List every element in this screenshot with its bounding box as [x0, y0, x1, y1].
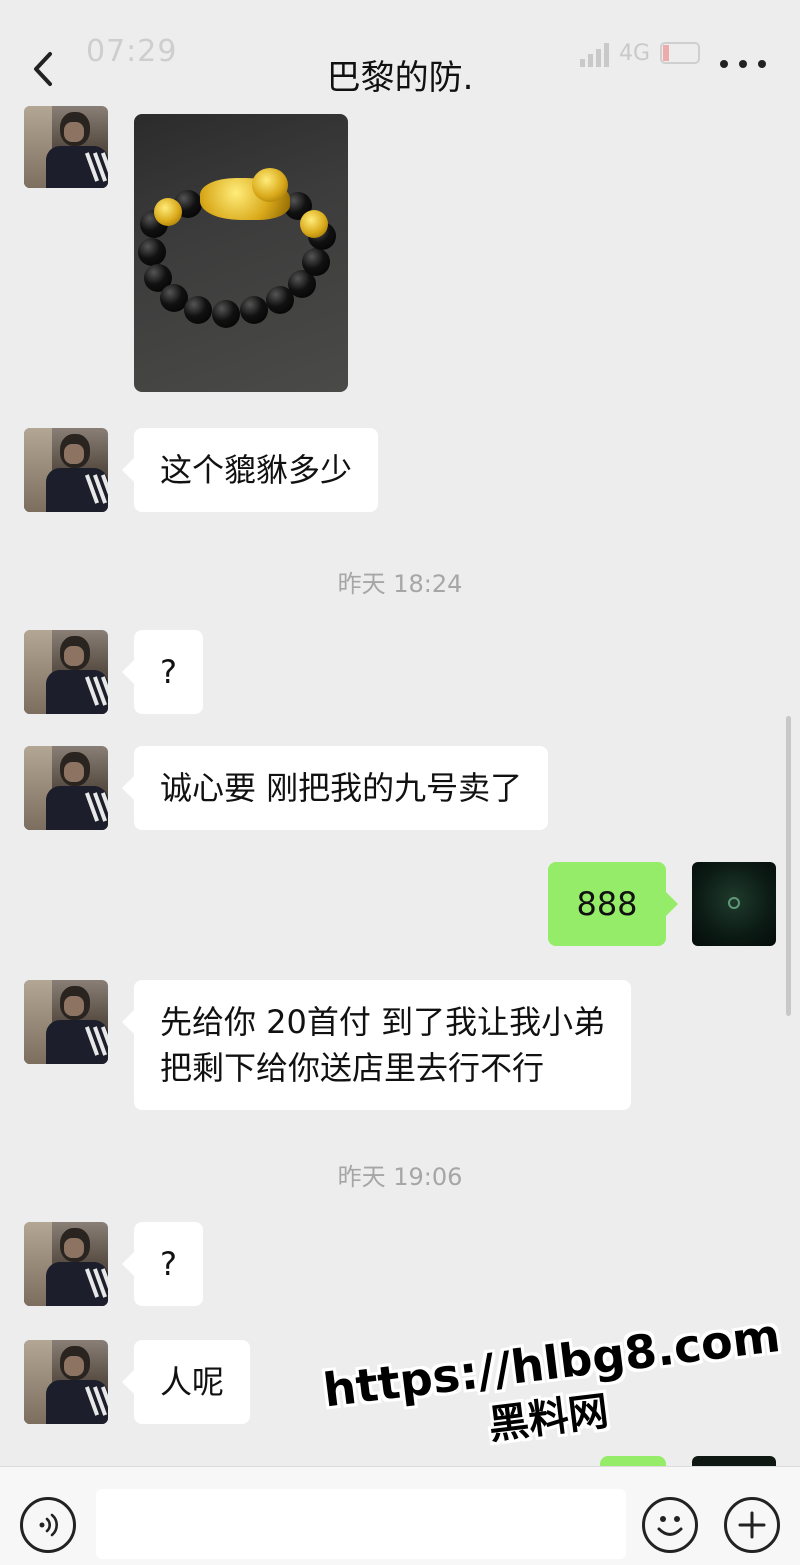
- network-label: 4G: [619, 40, 651, 66]
- contact-avatar[interactable]: [24, 428, 108, 512]
- message-line: 先给你 20首付 到了我让我小弟: [160, 1003, 606, 1041]
- contact-avatar[interactable]: [24, 1222, 108, 1306]
- message-bubble[interactable]: 这个貔貅多少: [121, 428, 379, 512]
- contact-avatar[interactable]: [24, 630, 108, 714]
- self-avatar[interactable]: [692, 862, 776, 946]
- chat-header: 07:29 巴黎的防. 4G: [0, 0, 800, 112]
- message-input[interactable]: [96, 1489, 626, 1559]
- contact-avatar[interactable]: [24, 106, 108, 188]
- status-indicators: 4G: [580, 36, 701, 70]
- plus-icon[interactable]: [724, 1497, 780, 1553]
- bracelet-photo[interactable]: [134, 114, 348, 392]
- sent-message-bubble[interactable]: 888: [548, 862, 678, 946]
- message-bubble[interactable]: ?: [122, 1222, 203, 1306]
- message-line: 把剩下给你送店里去行不行: [160, 1049, 545, 1087]
- signal-icon: [580, 39, 609, 67]
- battery-icon: [660, 42, 701, 64]
- voice-icon[interactable]: [20, 1497, 76, 1553]
- message-bubble[interactable]: 诚心要 刚把我的九号卖了: [121, 746, 549, 830]
- more-options-icon[interactable]: [720, 58, 766, 70]
- contact-avatar[interactable]: [24, 1340, 108, 1424]
- contact-avatar[interactable]: [24, 746, 108, 830]
- scrollbar[interactable]: [786, 716, 791, 1016]
- message-timestamp: 昨天 19:06: [337, 1163, 463, 1191]
- contact-avatar[interactable]: [24, 980, 108, 1064]
- emoji-icon[interactable]: [642, 1497, 698, 1553]
- message-timestamp: 昨天 18:24: [337, 570, 463, 598]
- message-bubble[interactable]: 人呢: [121, 1340, 251, 1424]
- message-bubble[interactable]: 先给你 20首付 到了我让我小弟 把剩下给你送店里去行不行: [121, 980, 632, 1110]
- message-bubble[interactable]: ?: [122, 630, 203, 714]
